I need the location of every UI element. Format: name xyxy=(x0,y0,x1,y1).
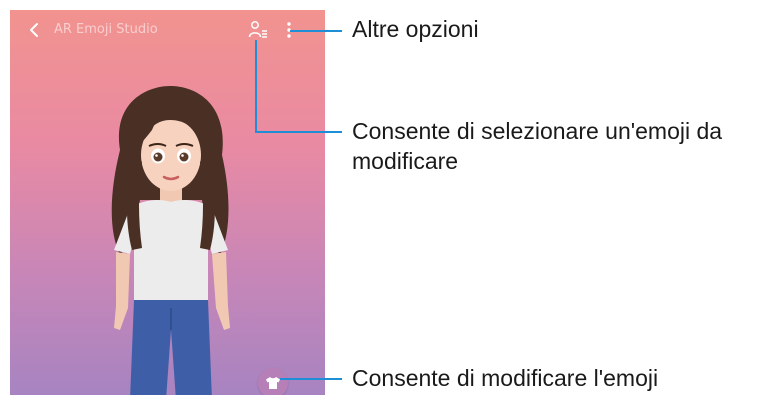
callout-line-select-emoji xyxy=(255,40,342,133)
callout-edit-emoji: Consente di modificare l'emoji xyxy=(352,365,659,391)
callout-lines xyxy=(255,30,342,380)
callout-select-emoji-line2: modificare xyxy=(352,148,459,174)
callout-more-options: Altre opzioni xyxy=(352,16,479,42)
callout-select-emoji-line1: Consente di selezionare un'emoji da xyxy=(352,118,723,144)
